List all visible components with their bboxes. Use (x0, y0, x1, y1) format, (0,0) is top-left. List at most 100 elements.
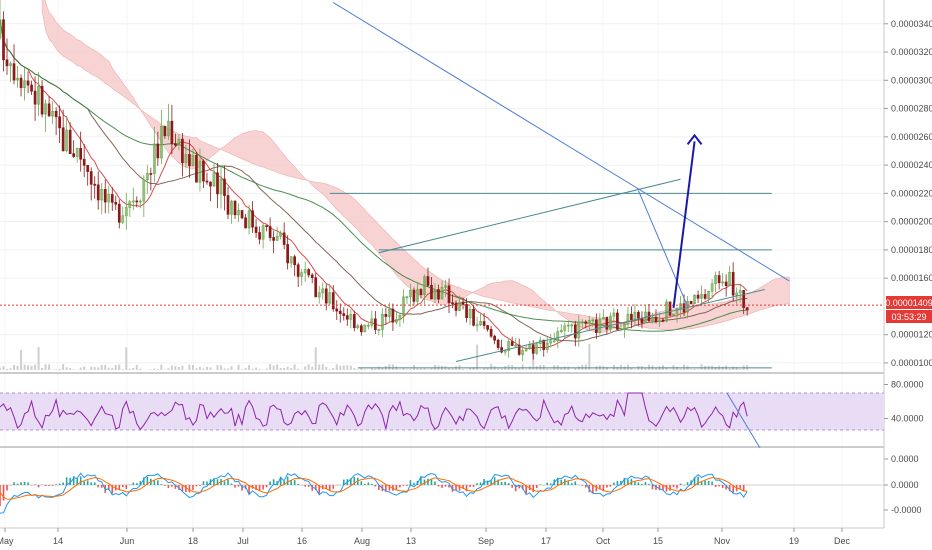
macd-hist-bar (286, 476, 289, 485)
macd-hist-bar (532, 485, 535, 493)
volume-bar (44, 364, 47, 370)
volume-bar (241, 369, 244, 370)
volume-bar (360, 368, 363, 370)
volume-bar (209, 367, 212, 370)
last-price-label: 0.00001409 (885, 298, 932, 308)
candle-body (205, 180, 209, 183)
time-tick-label: Dec (834, 536, 851, 546)
candle-body (254, 226, 258, 233)
candle-body (2, 19, 5, 61)
volume-bar (135, 364, 138, 370)
volume-bar (160, 364, 163, 370)
candle-body (30, 84, 33, 92)
macd-hist-bar (297, 484, 299, 485)
macd-hist-bar (430, 479, 433, 485)
macd-hist-bar (413, 482, 415, 485)
candle-body (54, 110, 58, 118)
macd-hist-bar (202, 481, 205, 485)
volume-bar (311, 366, 314, 370)
macd-tick-label: -0.0000 (891, 505, 922, 515)
volume-bar (416, 368, 419, 370)
volume-bar (290, 368, 293, 370)
macd-hist-bar (406, 485, 408, 486)
candle-body (331, 292, 335, 310)
macd-hist-bar (307, 485, 310, 487)
macd-hist-bar (83, 481, 85, 485)
candle-body (731, 271, 735, 296)
volume-bar (448, 368, 451, 370)
candle-body (745, 307, 749, 311)
candle-body (605, 317, 609, 330)
volume-bar (549, 369, 552, 370)
time-tick-label: 18 (188, 536, 198, 546)
macd-hist-bar (206, 481, 208, 485)
macd-hist-bar (304, 485, 306, 487)
volume-bar (181, 365, 184, 370)
candle-body (338, 310, 342, 315)
volume-bar (626, 364, 629, 370)
volume-bar (374, 368, 377, 370)
candle-body (352, 314, 356, 329)
volume-bar (48, 364, 51, 370)
macd-hist-bar (721, 485, 724, 488)
macd-hist-bar (23, 481, 26, 485)
macd-hist-bar (100, 485, 103, 488)
time-tick-label: Jun (120, 536, 135, 546)
candle-body (93, 183, 97, 186)
macd-hist-bar (192, 485, 194, 490)
volume-bar (248, 364, 251, 370)
price-tick-label: 0.00002200 (891, 188, 932, 198)
price-tick-label: 0.00002400 (891, 160, 932, 170)
volume-bar (269, 364, 272, 370)
candle-body (314, 277, 318, 298)
volume-bar (93, 367, 96, 370)
macd-hist-bar (265, 485, 268, 488)
macd-hist-bar (535, 485, 538, 489)
candle-body (630, 313, 633, 320)
candle-body (426, 276, 430, 286)
volume-bar (104, 364, 107, 370)
candle-body (310, 274, 314, 278)
volume-bar (118, 364, 121, 370)
macd-hist-bar (665, 485, 668, 492)
macd-hist-bar (427, 478, 429, 485)
macd-hist-bar (125, 485, 128, 490)
volume-bar (174, 366, 177, 370)
macd-hist-bar (472, 485, 475, 487)
candle-body (117, 203, 121, 223)
macd-hist-bar (65, 477, 68, 485)
volume-bar (153, 368, 156, 370)
macd-hist-bar (364, 483, 366, 485)
macd-hist-bar (237, 485, 240, 487)
macd-hist-bar (539, 484, 542, 485)
candle-body (696, 294, 700, 299)
volume-bar (405, 369, 408, 370)
macd-hist-bar (574, 481, 577, 485)
volume-bar (6, 368, 9, 370)
macd-hist-bar (504, 481, 506, 485)
volume-bar (72, 369, 75, 370)
countdown-label: 03:53:29 (891, 312, 926, 322)
candle-body (451, 302, 454, 305)
macd-hist-bar (153, 480, 156, 485)
candle-body (482, 321, 486, 326)
time-tick-label: Oct (596, 536, 611, 546)
volume-bar (339, 365, 342, 370)
volume-bar (462, 369, 465, 370)
candle-body (335, 308, 339, 312)
candle-body (26, 80, 30, 86)
macd-hist-bar (0, 485, 1, 507)
volume-bar (451, 368, 454, 370)
macd-hist-bar (234, 485, 236, 488)
macd-hist-bar (676, 485, 678, 489)
macd-hist-bar (164, 485, 166, 486)
volume-bar (69, 368, 72, 370)
candle-body (447, 285, 451, 304)
macd-hist-bar (595, 485, 598, 492)
macd-hist-bar (570, 483, 573, 485)
candle-body (689, 300, 693, 305)
macd-hist-bar (739, 485, 741, 489)
macd-hist-bar (160, 484, 163, 485)
volume-bar (139, 368, 142, 370)
volume-bar (500, 368, 503, 370)
